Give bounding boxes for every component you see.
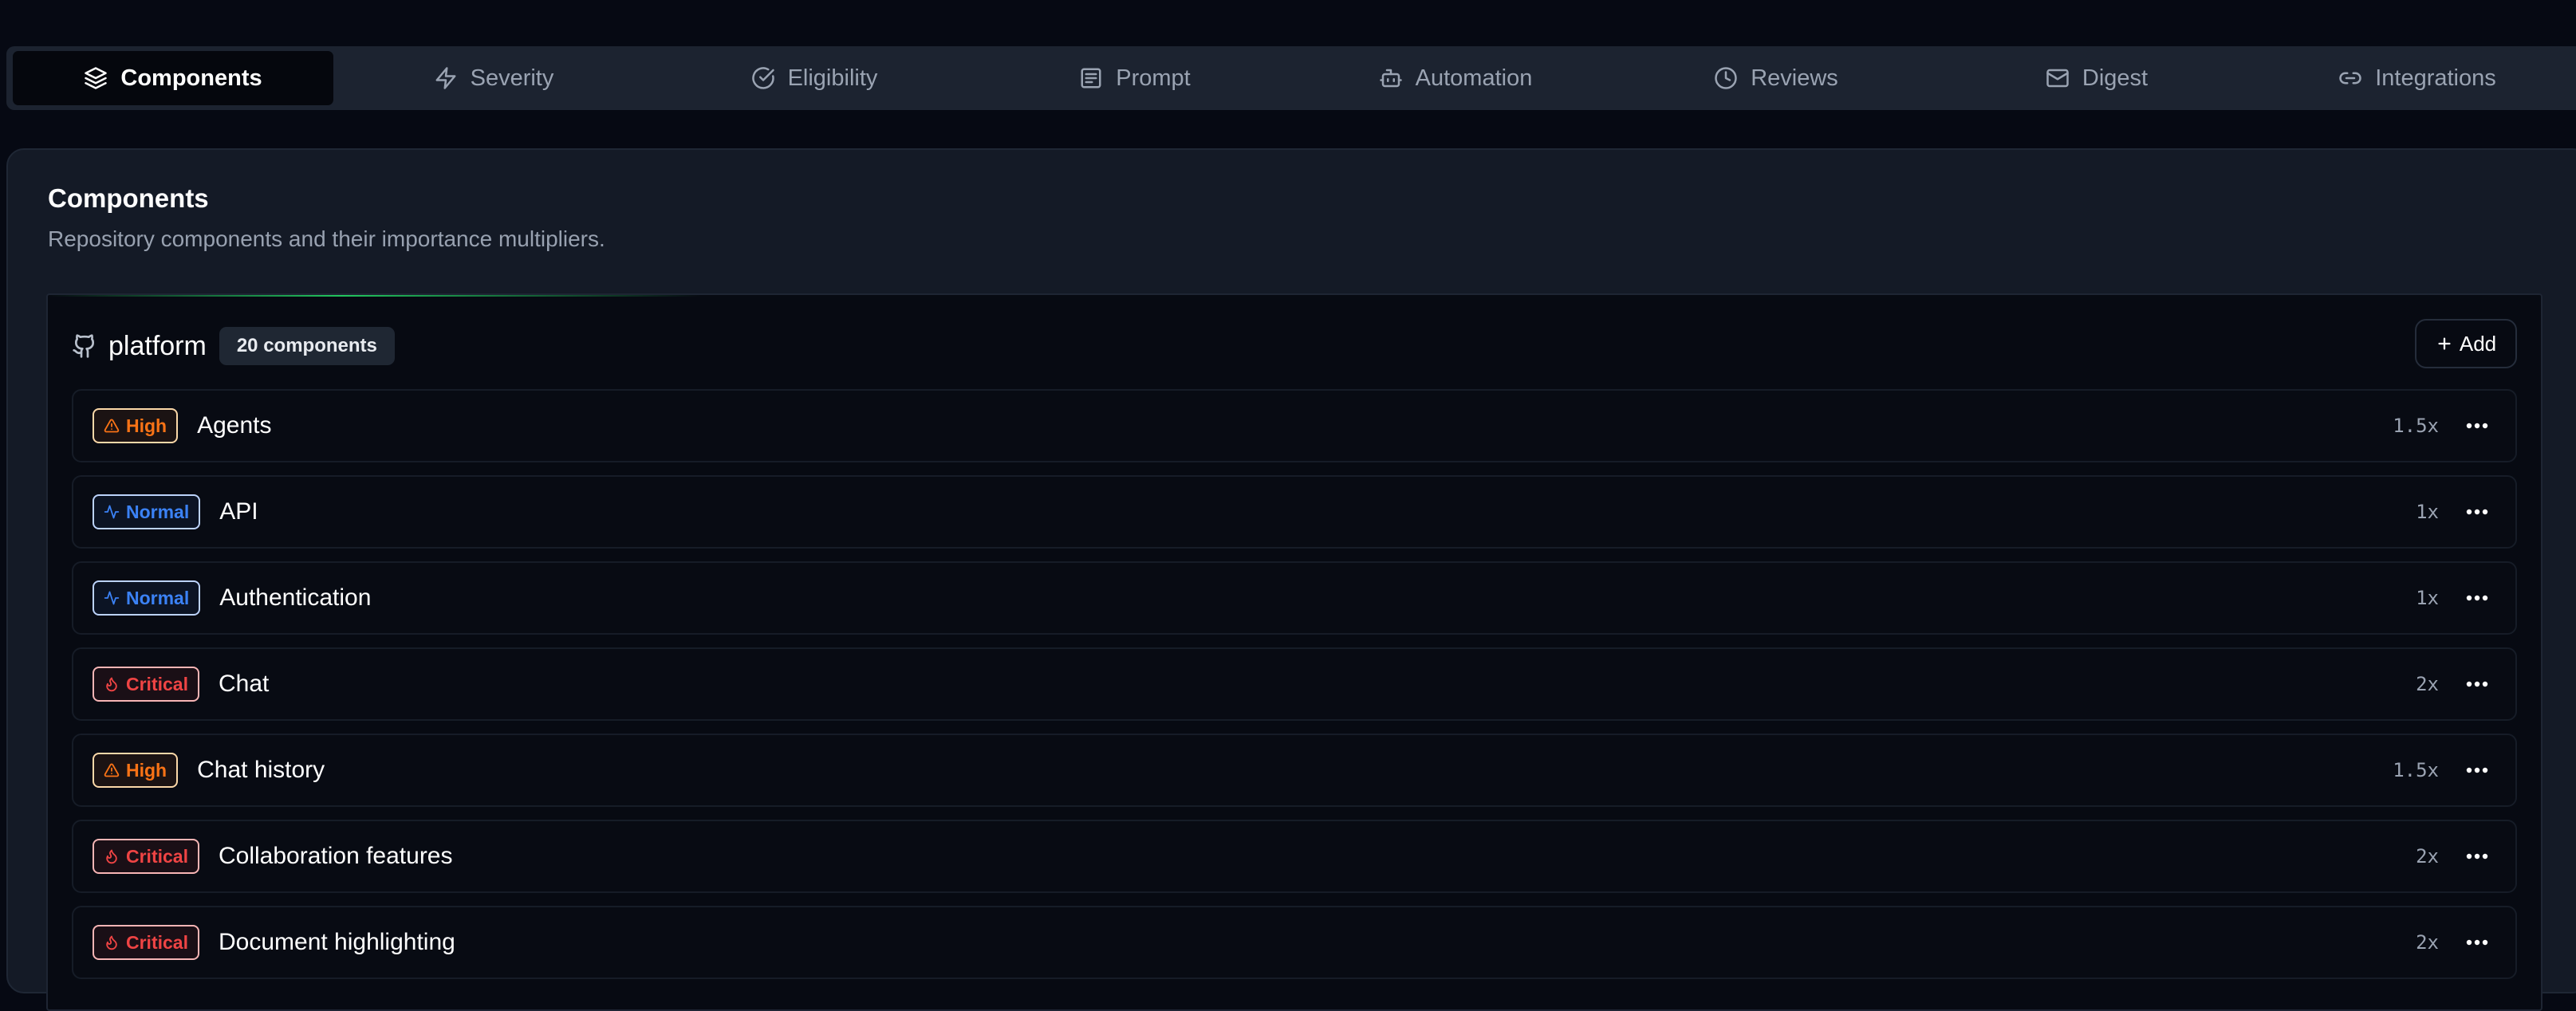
activity-icon bbox=[104, 591, 120, 605]
badge-label: Critical bbox=[126, 673, 188, 694]
repo-accent-line bbox=[48, 295, 702, 297]
card-description: Repository components and their importan… bbox=[48, 226, 605, 251]
severity-badge-normal: Normal bbox=[93, 580, 201, 616]
badge-label: Critical bbox=[126, 931, 188, 953]
component-row-document-highlighting[interactable]: Critical Document highlighting 2x bbox=[72, 906, 2517, 979]
tab-integrations[interactable]: Integrations bbox=[2257, 51, 2576, 105]
ellipsis-icon bbox=[2466, 681, 2488, 687]
settings-tab-bar: Components Severity Eligibility Prompt A… bbox=[6, 46, 2576, 110]
tab-label: Reviews bbox=[1751, 65, 1838, 91]
importance-multiplier: 1.5x bbox=[2393, 759, 2439, 781]
layers-icon bbox=[85, 67, 108, 89]
add-component-button[interactable]: Add bbox=[2415, 319, 2517, 368]
ellipsis-icon bbox=[2466, 509, 2488, 515]
component-name: Collaboration features bbox=[218, 843, 453, 869]
component-row-api[interactable]: Normal API 1x bbox=[72, 475, 2517, 549]
component-row-collaboration-features[interactable]: Critical Collaboration features 2x bbox=[72, 820, 2517, 893]
component-name: Authentication bbox=[219, 584, 372, 611]
importance-multiplier: 1x bbox=[2416, 587, 2439, 609]
github-icon bbox=[73, 334, 95, 358]
flame-icon bbox=[106, 677, 117, 692]
tab-label: Prompt bbox=[1116, 65, 1191, 91]
message-square-icon bbox=[1081, 68, 1101, 89]
component-name: API bbox=[219, 498, 258, 525]
severity-badge-high: High bbox=[93, 408, 179, 443]
clock-icon bbox=[1715, 67, 1737, 89]
ellipsis-icon bbox=[2466, 939, 2488, 946]
badge-label: High bbox=[126, 415, 167, 436]
badge-label: Normal bbox=[126, 587, 190, 608]
tab-label: Components bbox=[120, 65, 262, 91]
importance-multiplier: 1x bbox=[2416, 501, 2439, 523]
importance-multiplier: 2x bbox=[2416, 931, 2439, 954]
severity-badge-high: High bbox=[93, 753, 179, 788]
flame-icon bbox=[106, 935, 117, 950]
tab-components[interactable]: Components bbox=[13, 51, 333, 105]
tab-prompt[interactable]: Prompt bbox=[975, 51, 1295, 105]
lightning-icon bbox=[435, 67, 456, 89]
component-row-chat[interactable]: Critical Chat 2x bbox=[72, 647, 2517, 721]
bot-icon bbox=[1379, 69, 1402, 88]
repo-header: platform 20 components bbox=[72, 325, 395, 367]
ellipsis-icon bbox=[2466, 595, 2488, 601]
ellipsis-icon bbox=[2466, 853, 2488, 860]
importance-multiplier: 1.5x bbox=[2393, 415, 2439, 437]
ellipsis-icon bbox=[2466, 423, 2488, 429]
component-row-agents[interactable]: High Agents 1.5x bbox=[72, 389, 2517, 462]
more-options-button[interactable] bbox=[2463, 584, 2491, 612]
more-options-button[interactable] bbox=[2463, 928, 2491, 957]
badge-label: Critical bbox=[126, 845, 188, 867]
tab-eligibility[interactable]: Eligibility bbox=[654, 51, 975, 105]
tab-severity[interactable]: Severity bbox=[333, 51, 654, 105]
mail-icon bbox=[2046, 69, 2069, 88]
tab-label: Digest bbox=[2082, 65, 2149, 91]
tab-label: Integrations bbox=[2375, 65, 2496, 91]
warning-triangle-icon bbox=[104, 763, 120, 777]
badge-label: Normal bbox=[126, 501, 190, 522]
ellipsis-icon bbox=[2466, 767, 2488, 773]
activity-icon bbox=[104, 505, 120, 519]
more-options-button[interactable] bbox=[2463, 842, 2491, 871]
component-row-authentication[interactable]: Normal Authentication 1x bbox=[72, 561, 2517, 635]
tab-reviews[interactable]: Reviews bbox=[1616, 51, 1936, 105]
more-options-button[interactable] bbox=[2463, 756, 2491, 785]
plus-icon bbox=[2438, 337, 2451, 350]
more-options-button[interactable] bbox=[2463, 411, 2491, 440]
tab-label: Automation bbox=[1415, 65, 1533, 91]
severity-badge-critical: Critical bbox=[93, 667, 199, 702]
link-icon bbox=[2339, 72, 2361, 85]
component-name: Document highlighting bbox=[218, 929, 455, 955]
flame-icon bbox=[106, 849, 117, 864]
tab-label: Eligibility bbox=[787, 65, 878, 91]
components-card: Components Repository components and the… bbox=[6, 148, 2576, 1011]
tab-label: Severity bbox=[470, 65, 554, 91]
check-circle-icon bbox=[751, 67, 774, 89]
component-name: Agents bbox=[197, 412, 272, 439]
severity-badge-normal: Normal bbox=[93, 494, 201, 529]
component-count-badge: 20 components bbox=[219, 327, 395, 365]
importance-multiplier: 2x bbox=[2416, 845, 2439, 867]
repo-name: platform bbox=[108, 330, 207, 361]
severity-badge-critical: Critical bbox=[93, 839, 199, 874]
component-list: High Agents 1.5x Normal API 1x Normal Au… bbox=[72, 389, 2517, 992]
severity-badge-critical: Critical bbox=[93, 925, 199, 960]
more-options-button[interactable] bbox=[2463, 498, 2491, 526]
tab-automation[interactable]: Automation bbox=[1295, 51, 1616, 105]
more-options-button[interactable] bbox=[2463, 670, 2491, 698]
warning-triangle-icon bbox=[104, 419, 120, 433]
tab-digest[interactable]: Digest bbox=[1936, 51, 2257, 105]
card-title: Components bbox=[48, 183, 209, 213]
component-name: Chat bbox=[218, 671, 270, 697]
component-name: Chat history bbox=[197, 757, 325, 783]
repo-panel: platform 20 components Add High Agents 1… bbox=[46, 293, 2543, 1011]
add-button-label: Add bbox=[2459, 331, 2497, 356]
component-row-chat-history[interactable]: High Chat history 1.5x bbox=[72, 734, 2517, 807]
badge-label: High bbox=[126, 759, 167, 781]
importance-multiplier: 2x bbox=[2416, 673, 2439, 695]
